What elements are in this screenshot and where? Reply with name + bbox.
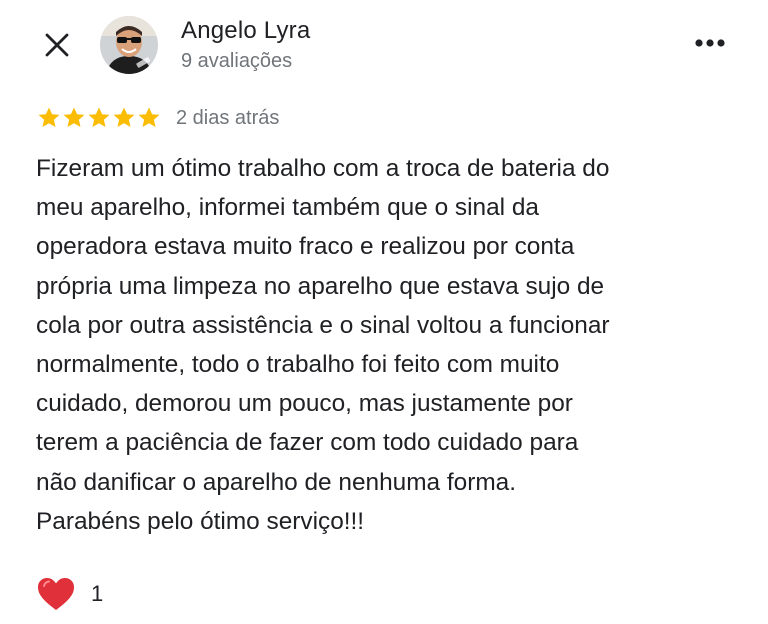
- review-text: Fizeram um ótimo trabalho com a troca de…: [36, 155, 610, 535]
- star-icon: [137, 106, 161, 130]
- close-icon: [44, 32, 70, 63]
- close-button[interactable]: [40, 30, 74, 64]
- more-options-button[interactable]: [690, 32, 730, 56]
- reviewer-name[interactable]: Angelo Lyra: [181, 17, 310, 45]
- heart-icon: [36, 576, 76, 612]
- star-icon: [87, 106, 111, 130]
- avatar[interactable]: [100, 16, 158, 74]
- star-rating: [37, 106, 161, 130]
- like-button[interactable]: 1: [36, 576, 103, 612]
- star-icon: [37, 106, 61, 130]
- like-count: 1: [91, 581, 104, 606]
- reviewer-review-count: 9 avaliações: [181, 50, 293, 72]
- review-date: 2 dias atrás: [176, 107, 280, 129]
- star-icon: [62, 106, 86, 130]
- star-icon: [112, 106, 136, 130]
- more-horizontal-icon: [694, 35, 726, 53]
